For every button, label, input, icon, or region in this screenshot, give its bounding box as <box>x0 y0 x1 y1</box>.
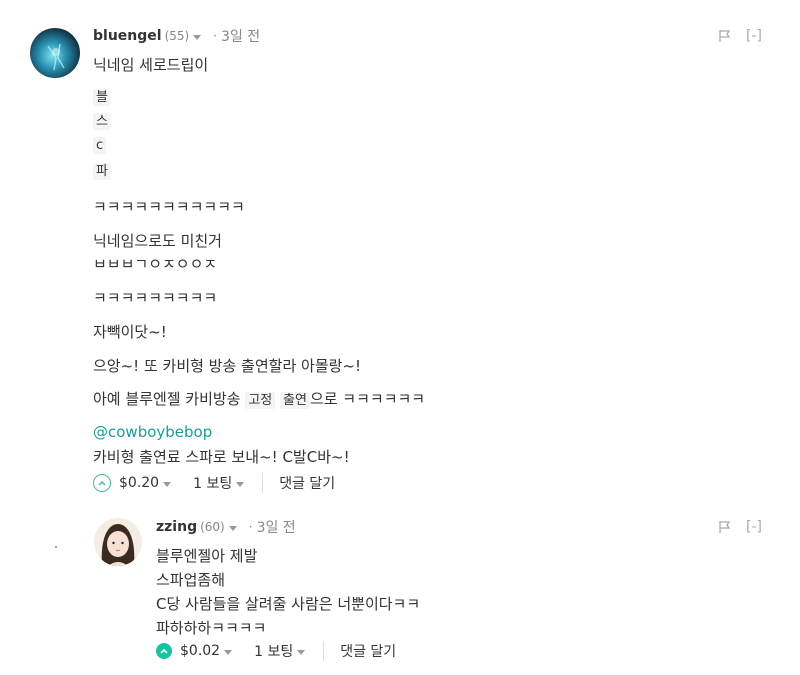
comment-line: ㅋㅋㅋㅋㅋㅋㅋㅋㅋ <box>93 289 218 307</box>
comment-line: ㅂㅂㅂㄱㅇㅈㅇㅇㅈ <box>93 255 218 273</box>
divider <box>262 473 264 493</box>
comment-line: ㅋㅋㅋㅋㅋㅋㅋㅋㅋㅋㅋ <box>93 198 245 216</box>
code-char: 스 <box>93 113 111 130</box>
avatar-image-icon <box>47 43 65 71</box>
upvote-button[interactable] <box>93 474 111 492</box>
comment-footer: $0.02 1 보팅 댓글 달기 <box>156 641 396 661</box>
payout-value[interactable]: $0.20 <box>119 475 159 491</box>
chevron-up-icon <box>98 481 106 486</box>
avatar-zzing[interactable] <box>94 518 142 566</box>
reply-button[interactable]: 댓글 달기 <box>279 473 335 493</box>
avatar-face-icon <box>101 524 135 566</box>
comment-line: 닉네임 세로드립이 <box>93 56 209 74</box>
chevron-down-icon[interactable] <box>224 649 233 655</box>
text-segment: 아예 블루엔젤 카비방송 <box>93 390 246 408</box>
comment-line: 카비형 출연료 스파로 보내~! C발C바~! <box>93 448 350 466</box>
upvote-button[interactable] <box>156 643 172 659</box>
comment-line-fixed: 아예 블루엔젤 카비방송 고정 출연 으로 ㅋㅋㅋㅋㅋㅋ <box>93 388 425 409</box>
comment-line: 파하하하ㅋㅋㅋㅋ <box>156 619 267 637</box>
comment-line: 으앙~! 또 카비형 방송 출연할라 아몰랑~! <box>93 357 362 375</box>
comment-line: 자빽이닷~! <box>93 323 167 341</box>
chevron-down-icon[interactable] <box>193 34 202 40</box>
chevron-down-icon[interactable] <box>297 649 306 655</box>
comment-footer: $0.20 1 보팅 댓글 달기 <box>93 473 335 493</box>
avatar-bluengel[interactable] <box>30 28 80 78</box>
code-char: c <box>93 137 107 154</box>
comment-line: 스파업좀해 <box>156 571 226 589</box>
separator-dot: · <box>213 29 218 43</box>
mention-link[interactable]: @cowboybebop <box>93 423 212 441</box>
separator-dot: · <box>248 520 253 534</box>
timestamp: 3일 전 <box>256 520 296 536</box>
reputation: (55) <box>164 29 190 43</box>
vote-count[interactable]: 1 보팅 <box>193 473 232 493</box>
collapse-button[interactable]: [-] <box>746 28 762 44</box>
divider <box>323 641 325 661</box>
chevron-down-icon[interactable] <box>163 481 172 487</box>
text-segment: 으로 ㅋㅋㅋㅋㅋㅋ <box>309 390 426 408</box>
collapse-button[interactable]: [-] <box>746 519 762 535</box>
payout-value[interactable]: $0.02 <box>180 643 220 659</box>
author-name[interactable]: zzing <box>156 519 197 535</box>
reputation: (60) <box>200 520 225 534</box>
code-segment: 출연 <box>280 392 310 409</box>
flag-icon[interactable] <box>718 520 732 534</box>
author-name[interactable]: bluengel <box>93 28 162 44</box>
vote-count[interactable]: 1 보팅 <box>254 641 293 661</box>
timestamp: 3일 전 <box>221 29 261 45</box>
chevron-down-icon[interactable] <box>228 525 237 531</box>
reply-button[interactable]: 댓글 달기 <box>340 641 396 661</box>
comment-line: 닉네임으로도 미친거 <box>93 232 222 250</box>
comment-line: 블루엔젤아 제발 <box>156 547 258 565</box>
comment-line: C당 사람들을 살려줄 사람은 너뿐이다ㅋㅋ <box>156 595 421 613</box>
chevron-up-icon <box>160 648 168 654</box>
thread-dot <box>55 546 57 548</box>
code-segment: 고정 <box>245 392 276 409</box>
chevron-down-icon[interactable] <box>236 481 245 487</box>
code-char: 파 <box>93 163 111 180</box>
code-char: 블 <box>93 89 111 106</box>
flag-icon[interactable] <box>718 29 732 43</box>
